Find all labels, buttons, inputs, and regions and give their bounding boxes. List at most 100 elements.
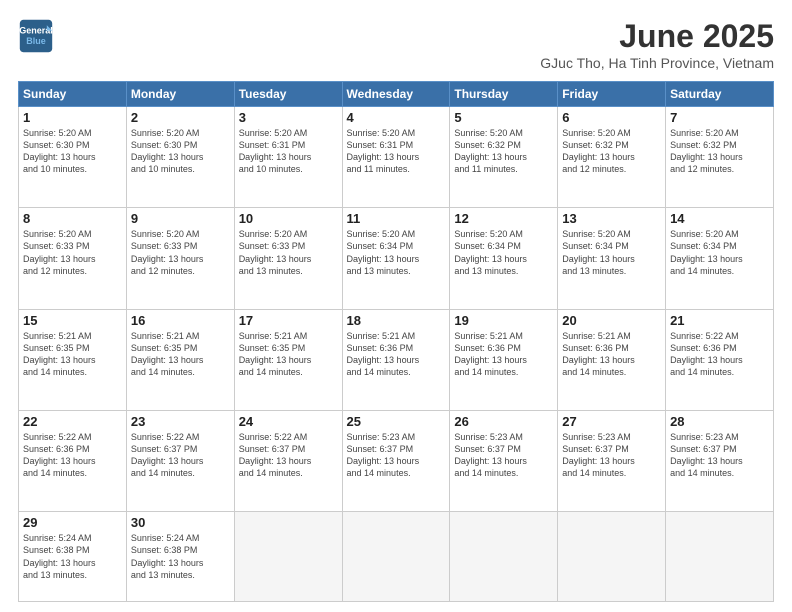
day-number: 3 xyxy=(239,110,338,125)
calendar-cell: 24Sunrise: 5:22 AM Sunset: 6:37 PM Dayli… xyxy=(234,410,342,511)
day-number: 10 xyxy=(239,211,338,226)
day-number: 11 xyxy=(347,211,446,226)
day-number: 20 xyxy=(562,313,661,328)
day-number: 15 xyxy=(23,313,122,328)
day-number: 29 xyxy=(23,515,122,530)
calendar-cell xyxy=(558,512,666,602)
logo: General Blue xyxy=(18,18,54,54)
day-number: 9 xyxy=(131,211,230,226)
day-info: Sunrise: 5:20 AM Sunset: 6:34 PM Dayligh… xyxy=(347,228,446,277)
day-number: 6 xyxy=(562,110,661,125)
col-tuesday: Tuesday xyxy=(234,82,342,107)
day-info: Sunrise: 5:20 AM Sunset: 6:30 PM Dayligh… xyxy=(131,127,230,176)
calendar-cell: 16 Sunrise: 5:21 AM Sunset: 6:35 PM Dayli… xyxy=(126,309,234,410)
calendar-cell: 23Sunrise: 5:22 AM Sunset: 6:37 PM Dayli… xyxy=(126,410,234,511)
day-number: 1 xyxy=(23,110,122,125)
calendar-cell: 9 Sunrise: 5:20 AM Sunset: 6:33 PM Daylig… xyxy=(126,208,234,309)
calendar-body: 1 Sunrise: 5:20 AM Sunset: 6:30 PM Daylig… xyxy=(19,107,774,602)
week-row-1: 1 Sunrise: 5:20 AM Sunset: 6:30 PM Daylig… xyxy=(19,107,774,208)
day-number: 7 xyxy=(670,110,769,125)
calendar-cell: 1 Sunrise: 5:20 AM Sunset: 6:30 PM Daylig… xyxy=(19,107,127,208)
col-saturday: Saturday xyxy=(666,82,774,107)
calendar-cell: 27 Sunrise: 5:23 AM Sunset: 6:37 PM Dayli… xyxy=(558,410,666,511)
day-info: Sunrise: 5:21 AM Sunset: 6:35 PM Dayligh… xyxy=(131,330,230,379)
calendar-cell: 4 Sunrise: 5:20 AM Sunset: 6:31 PM Daylig… xyxy=(342,107,450,208)
day-info: Sunrise: 5:20 AM Sunset: 6:34 PM Dayligh… xyxy=(454,228,553,277)
calendar-cell: 10 Sunrise: 5:20 AM Sunset: 6:33 PM Dayli… xyxy=(234,208,342,309)
calendar-cell: 7 Sunrise: 5:20 AM Sunset: 6:32 PM Daylig… xyxy=(666,107,774,208)
col-sunday: Sunday xyxy=(19,82,127,107)
day-info: Sunrise: 5:20 AM Sunset: 6:31 PM Dayligh… xyxy=(347,127,446,176)
calendar-cell: 15Sunrise: 5:21 AM Sunset: 6:35 PM Dayli… xyxy=(19,309,127,410)
day-number: 25 xyxy=(347,414,446,429)
day-number: 27 xyxy=(562,414,661,429)
week-row-5: 29 Sunrise: 5:24 AM Sunset: 6:38 PM Dayli… xyxy=(19,512,774,602)
day-number: 19 xyxy=(454,313,553,328)
week-row-4: 22Sunrise: 5:22 AM Sunset: 6:36 PM Dayli… xyxy=(19,410,774,511)
calendar-cell: 8 Sunrise: 5:20 AM Sunset: 6:33 PM Daylig… xyxy=(19,208,127,309)
day-number: 30 xyxy=(131,515,230,530)
day-number: 8 xyxy=(23,211,122,226)
day-number: 21 xyxy=(670,313,769,328)
calendar-cell: 11 Sunrise: 5:20 AM Sunset: 6:34 PM Dayli… xyxy=(342,208,450,309)
day-number: 26 xyxy=(454,414,553,429)
day-info: Sunrise: 5:24 AM Sunset: 6:38 PM Dayligh… xyxy=(23,532,122,581)
day-number: 16 xyxy=(131,313,230,328)
calendar-cell: 17Sunrise: 5:21 AM Sunset: 6:35 PM Dayli… xyxy=(234,309,342,410)
day-info: Sunrise: 5:20 AM Sunset: 6:33 PM Dayligh… xyxy=(23,228,122,277)
day-info: Sunrise: 5:20 AM Sunset: 6:31 PM Dayligh… xyxy=(239,127,338,176)
day-number: 4 xyxy=(347,110,446,125)
day-info: Sunrise: 5:23 AM Sunset: 6:37 PM Dayligh… xyxy=(562,431,661,480)
day-info: Sunrise: 5:22 AM Sunset: 6:36 PM Dayligh… xyxy=(670,330,769,379)
svg-text:Blue: Blue xyxy=(26,36,46,46)
subtitle: GJuc Tho, Ha Tinh Province, Vietnam xyxy=(540,55,774,71)
calendar-cell xyxy=(450,512,558,602)
week-row-2: 8 Sunrise: 5:20 AM Sunset: 6:33 PM Daylig… xyxy=(19,208,774,309)
calendar-cell: 21 Sunrise: 5:22 AM Sunset: 6:36 PM Dayli… xyxy=(666,309,774,410)
col-friday: Friday xyxy=(558,82,666,107)
day-number: 18 xyxy=(347,313,446,328)
calendar-cell xyxy=(234,512,342,602)
day-number: 2 xyxy=(131,110,230,125)
day-number: 5 xyxy=(454,110,553,125)
calendar-cell: 3 Sunrise: 5:20 AM Sunset: 6:31 PM Daylig… xyxy=(234,107,342,208)
calendar-cell: 14 Sunrise: 5:20 AM Sunset: 6:34 PM Dayli… xyxy=(666,208,774,309)
calendar-cell: 19 Sunrise: 5:21 AM Sunset: 6:36 PM Dayli… xyxy=(450,309,558,410)
header-row: Sunday Monday Tuesday Wednesday Thursday… xyxy=(19,82,774,107)
day-info: Sunrise: 5:20 AM Sunset: 6:34 PM Dayligh… xyxy=(562,228,661,277)
day-info: Sunrise: 5:22 AM Sunset: 6:37 PM Dayligh… xyxy=(239,431,338,480)
calendar-cell: 6 Sunrise: 5:20 AM Sunset: 6:32 PM Daylig… xyxy=(558,107,666,208)
calendar-cell: 26 Sunrise: 5:23 AM Sunset: 6:37 PM Dayli… xyxy=(450,410,558,511)
calendar-table: Sunday Monday Tuesday Wednesday Thursday… xyxy=(18,81,774,602)
calendar-cell: 30Sunrise: 5:24 AM Sunset: 6:38 PM Dayli… xyxy=(126,512,234,602)
day-number: 28 xyxy=(670,414,769,429)
calendar-cell: 13 Sunrise: 5:20 AM Sunset: 6:34 PM Dayli… xyxy=(558,208,666,309)
day-number: 14 xyxy=(670,211,769,226)
calendar-cell: 20Sunrise: 5:21 AM Sunset: 6:36 PM Dayli… xyxy=(558,309,666,410)
day-info: Sunrise: 5:21 AM Sunset: 6:36 PM Dayligh… xyxy=(454,330,553,379)
col-monday: Monday xyxy=(126,82,234,107)
day-info: Sunrise: 5:20 AM Sunset: 6:32 PM Dayligh… xyxy=(562,127,661,176)
day-number: 17 xyxy=(239,313,338,328)
day-info: Sunrise: 5:20 AM Sunset: 6:33 PM Dayligh… xyxy=(131,228,230,277)
calendar-cell xyxy=(342,512,450,602)
day-info: Sunrise: 5:20 AM Sunset: 6:32 PM Dayligh… xyxy=(454,127,553,176)
day-info: Sunrise: 5:23 AM Sunset: 6:37 PM Dayligh… xyxy=(454,431,553,480)
day-info: Sunrise: 5:20 AM Sunset: 6:32 PM Dayligh… xyxy=(670,127,769,176)
calendar-cell: 2 Sunrise: 5:20 AM Sunset: 6:30 PM Daylig… xyxy=(126,107,234,208)
calendar-cell: 22Sunrise: 5:22 AM Sunset: 6:36 PM Dayli… xyxy=(19,410,127,511)
day-info: Sunrise: 5:20 AM Sunset: 6:34 PM Dayligh… xyxy=(670,228,769,277)
page: General Blue June 2025 GJuc Tho, Ha Tinh… xyxy=(0,0,792,612)
logo-icon: General Blue xyxy=(18,18,54,54)
day-number: 12 xyxy=(454,211,553,226)
day-info: Sunrise: 5:23 AM Sunset: 6:37 PM Dayligh… xyxy=(670,431,769,480)
calendar-cell: 5 Sunrise: 5:20 AM Sunset: 6:32 PM Daylig… xyxy=(450,107,558,208)
calendar-cell: 12 Sunrise: 5:20 AM Sunset: 6:34 PM Dayli… xyxy=(450,208,558,309)
col-wednesday: Wednesday xyxy=(342,82,450,107)
day-info: Sunrise: 5:22 AM Sunset: 6:36 PM Dayligh… xyxy=(23,431,122,480)
day-info: Sunrise: 5:20 AM Sunset: 6:33 PM Dayligh… xyxy=(239,228,338,277)
main-title: June 2025 xyxy=(540,18,774,55)
day-info: Sunrise: 5:20 AM Sunset: 6:30 PM Dayligh… xyxy=(23,127,122,176)
title-block: June 2025 GJuc Tho, Ha Tinh Province, Vi… xyxy=(540,18,774,71)
day-number: 13 xyxy=(562,211,661,226)
